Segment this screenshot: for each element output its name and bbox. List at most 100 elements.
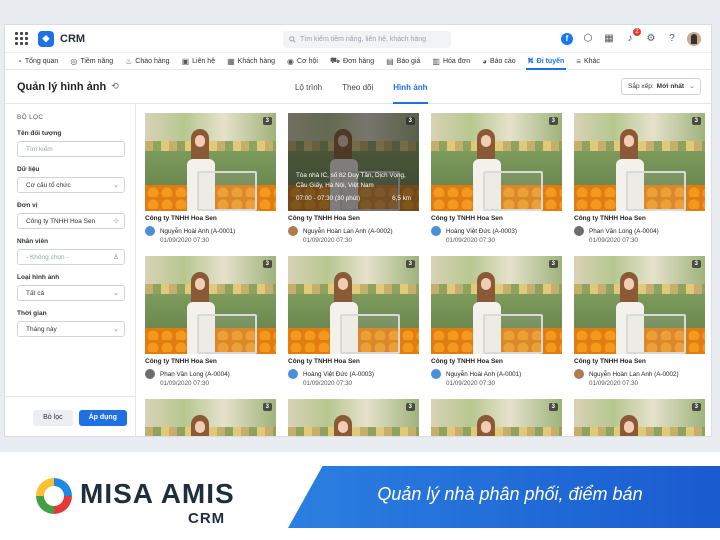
crm-window: ◆ CRM Tìm kiếm tiềm năng, liên hệ, khách… — [4, 24, 712, 437]
image-count-badge: 3 — [405, 260, 415, 268]
employee-select[interactable]: - Không chọn - ♙ — [17, 249, 125, 265]
help-icon[interactable]: ? — [666, 33, 678, 45]
card-datetime: 01/09/2020 07:30 — [589, 380, 639, 387]
nav-item-5[interactable]: ◉ Cơ hội — [281, 53, 324, 70]
photo-shopper — [183, 415, 217, 436]
card-company: Công ty TNHH Hoa Sen — [574, 358, 646, 365]
employee-avatar — [431, 226, 441, 236]
brand-name: MISA AMIS — [80, 478, 235, 509]
nav-label: Đơn hàng — [343, 57, 375, 65]
employee-avatar — [145, 226, 155, 236]
store-photo[interactable]: 3 — [574, 256, 705, 354]
nav-item-7[interactable]: ▤ Báo giá — [380, 53, 426, 70]
image-count-badge: 3 — [405, 117, 415, 125]
object-name-label: Tên đối tượng — [17, 130, 62, 137]
unit-label: Đơn vị — [17, 202, 38, 209]
nav-item-10[interactable]: ⛕ Đi tuyến — [522, 53, 571, 70]
bell-icon[interactable]: ♪ 2 — [624, 27, 641, 45]
object-name-input[interactable]: Tìm kiếm — [17, 141, 125, 157]
calendar-icon[interactable]: ▦ — [603, 33, 615, 45]
data-select[interactable]: Cơ cấu tổ chức ⌄ — [17, 177, 125, 193]
nav-item-8[interactable]: ▥ Hóa đơn — [426, 53, 476, 70]
apply-filter-button[interactable]: Áp dụng — [78, 409, 127, 426]
image-count-badge: 3 — [405, 403, 415, 411]
more-icon: ≡ — [576, 56, 581, 66]
customer-icon: ▦ — [227, 56, 235, 66]
image-type-label: Loại hình ảnh — [17, 274, 60, 281]
nav-item-2[interactable]: ♨ Chào hàng — [119, 53, 175, 70]
global-search-input[interactable]: Tìm kiếm tiềm năng, liên hệ, khách hàng — [283, 31, 451, 48]
employee-name: Nguyễn Hoàn Lan Anh (A-0002) — [589, 370, 679, 378]
photo-cart — [197, 314, 257, 354]
sort-select[interactable]: Sắp xếp: Mới nhất ⌄ — [621, 78, 701, 95]
store-photo[interactable]: 3 — [574, 399, 705, 436]
box-icon[interactable]: ⬡ — [582, 33, 594, 45]
store-photo[interactable]: 3 — [431, 256, 562, 354]
nav-item-3[interactable]: ▣ Liên hệ — [176, 53, 222, 70]
store-photo[interactable]: 3 — [145, 256, 276, 354]
image-card[interactable]: 3 Công ty TNHH Hoa Sen Nguyễn Hoài Anh (A… — [145, 113, 276, 251]
photo-cart — [340, 314, 400, 354]
refresh-icon[interactable]: ⟲ — [111, 81, 119, 92]
nav-item-1[interactable]: ◎ Tiềm năng — [64, 53, 119, 70]
employee-name: Nguyễn Hoàn Lan Anh (A-0002) — [303, 227, 393, 235]
image-card[interactable]: 3 — [145, 399, 276, 436]
facebook-icon[interactable]: f — [561, 32, 573, 45]
card-datetime: 01/09/2020 07:30 — [303, 380, 353, 387]
image-card[interactable]: 3 — [431, 399, 562, 436]
store-photo[interactable]: 3 — [145, 399, 276, 436]
user-avatar[interactable] — [687, 31, 701, 46]
store-photo[interactable]: 3 — [288, 256, 419, 354]
nav-item-9[interactable]: ◕ Báo cáo — [476, 53, 522, 70]
filter-footer: Bỏ lọc Áp dụng — [5, 396, 135, 436]
image-card[interactable]: Tòa nhà IC, số 82 Duy Tân, Dịch Vọng, Cầ… — [288, 113, 419, 251]
filter-title: BỘ LỌC — [17, 114, 44, 121]
employee-name: Hoàng Việt Đức (A-0003) — [303, 370, 374, 378]
time-select[interactable]: Tháng này ⌄ — [17, 321, 125, 337]
employee-avatar — [145, 369, 155, 379]
image-type-select[interactable]: Tất cả ⌄ — [17, 285, 125, 301]
chevron-down-icon: ⌄ — [113, 290, 119, 297]
store-photo[interactable]: 3 — [288, 399, 419, 436]
nav-label: Hóa đơn — [442, 57, 471, 65]
nav-item-4[interactable]: ▦ Khách hàng — [221, 53, 281, 70]
card-company: Công ty TNHH Hoa Sen — [145, 358, 217, 365]
person-icon: ♙ — [112, 254, 119, 261]
card-company: Công ty TNHH Hoa Sen — [574, 215, 646, 222]
sort-value: Mới nhất — [656, 83, 685, 90]
nav-label: Tổng quan — [24, 57, 59, 65]
store-photo[interactable]: Tòa nhà IC, số 82 Duy Tân, Dịch Vọng, Cầ… — [288, 113, 419, 211]
data-label: Dữ liệu — [17, 166, 40, 173]
image-card[interactable]: 3 Công ty TNHH Hoa Sen Hoàng Việt Đức (A-… — [288, 256, 419, 394]
image-card[interactable]: 3 — [288, 399, 419, 436]
crm-logo-icon: ◆ — [38, 30, 54, 47]
gear-icon[interactable]: ⚙ — [645, 33, 657, 45]
unit-select[interactable]: Công ty TNHH Hoa Sen ⊹ — [17, 213, 125, 229]
image-card[interactable]: 3 Công ty TNHH Hoa Sen Phan Văn Long (A-0… — [145, 256, 276, 394]
image-count-badge: 3 — [262, 260, 272, 268]
store-photo[interactable]: 3 — [431, 399, 562, 436]
image-card[interactable]: 3 Công ty TNHH Hoa Sen Phan Văn Long (A-0… — [574, 113, 705, 251]
overlay-address: Tòa nhà IC, số 82 Duy Tân, Dịch Vọng, Cầ… — [296, 172, 406, 189]
photo-cart — [197, 171, 257, 211]
store-photo[interactable]: 3 — [431, 113, 562, 211]
store-photo[interactable]: 3 — [145, 113, 276, 211]
card-company: Công ty TNHH Hoa Sen — [431, 215, 503, 222]
card-company: Công ty TNHH Hoa Sen — [288, 215, 360, 222]
reset-filter-button[interactable]: Bỏ lọc — [33, 409, 73, 426]
image-card[interactable]: 3 — [574, 399, 705, 436]
tab-0[interactable]: Lộ trình — [295, 70, 322, 104]
tab-1[interactable]: Theo dõi — [342, 70, 373, 104]
app-grid-icon[interactable] — [15, 32, 28, 45]
image-card[interactable]: 3 Công ty TNHH Hoa Sen Nguyễn Hoàn Lan An… — [574, 256, 705, 394]
image-card[interactable]: 3 Công ty TNHH Hoa Sen Nguyễn Hoài Anh (A… — [431, 256, 562, 394]
nav-item-0[interactable]: ◔ Tổng quan — [11, 53, 64, 70]
nav-item-11[interactable]: ≡ Khác — [570, 53, 606, 70]
cart-icon: ⛟ — [329, 56, 341, 65]
tab-2[interactable]: Hình ảnh — [393, 70, 428, 104]
image-count-badge: 3 — [262, 117, 272, 125]
card-datetime: 01/09/2020 07:30 — [446, 380, 496, 387]
nav-item-6[interactable]: ⛟ Đơn hàng — [324, 53, 380, 70]
image-card[interactable]: 3 Công ty TNHH Hoa Sen Hoàng Việt Đức (A-… — [431, 113, 562, 251]
store-photo[interactable]: 3 — [574, 113, 705, 211]
